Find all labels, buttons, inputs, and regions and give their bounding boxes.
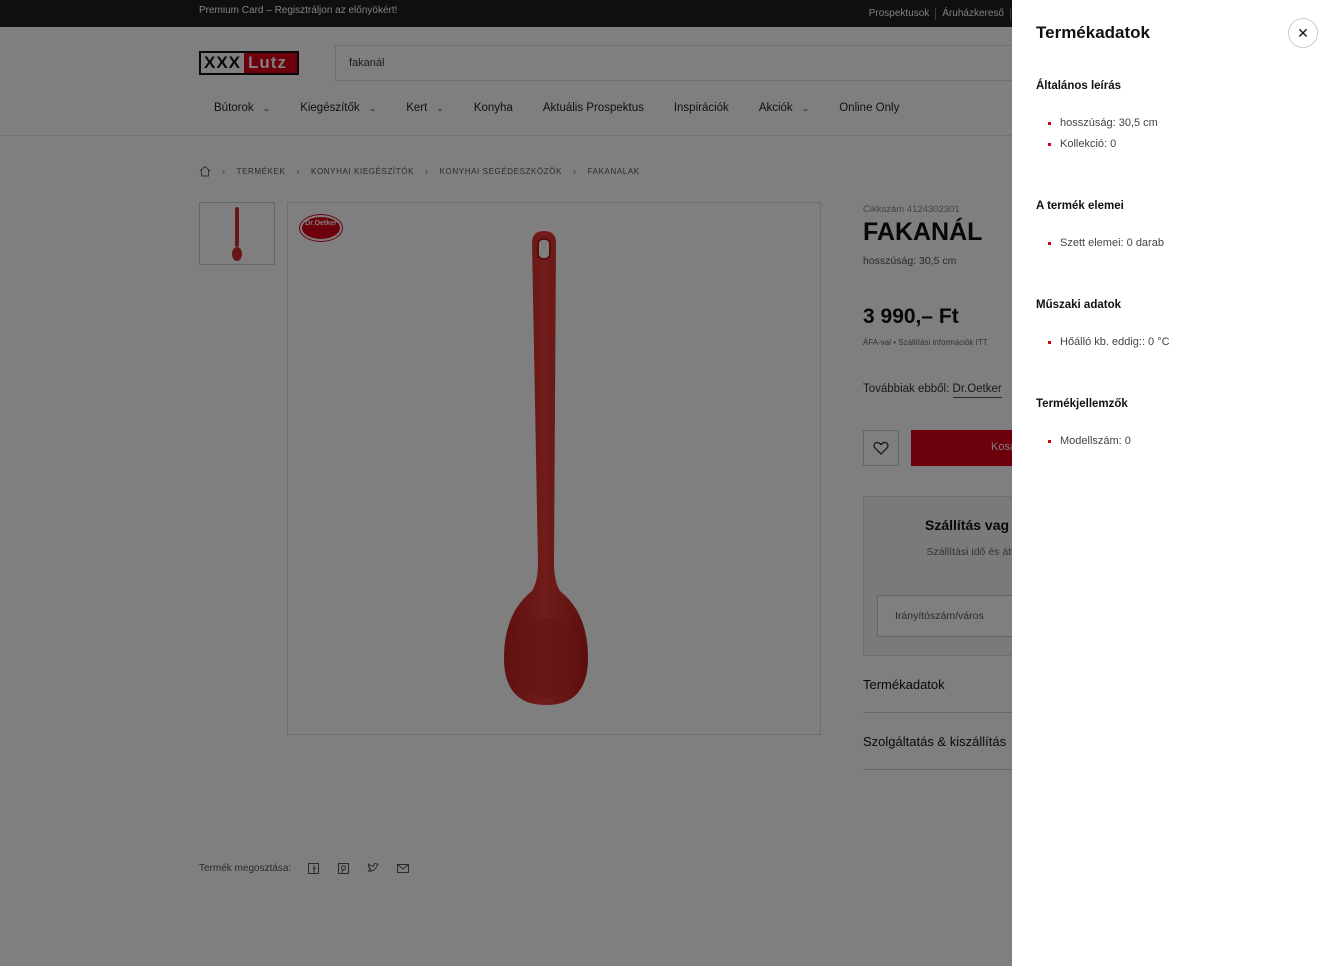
section-heading: Műszaki adatok	[1036, 299, 1121, 311]
list-item: Kollekció: 0	[1036, 134, 1326, 155]
section-list: Hőálló kb. eddig:: 0 °C	[1036, 332, 1326, 353]
section-list: hosszúság: 30,5 cm Kollekció: 0	[1036, 113, 1326, 155]
section-heading: A termék elemei	[1036, 200, 1124, 212]
list-item: Modellszám: 0	[1036, 431, 1326, 452]
list-item: hosszúság: 30,5 cm	[1036, 113, 1326, 134]
close-icon: ✕	[1297, 24, 1309, 41]
product-data-drawer: Termékadatok ✕ Általános leírás hosszúsá…	[1012, 0, 1341, 966]
close-button[interactable]: ✕	[1288, 18, 1318, 48]
list-item: Szett elemei: 0 darab	[1036, 233, 1326, 254]
list-item: Hőálló kb. eddig:: 0 °C	[1036, 332, 1326, 353]
section-general: Általános leírás hosszúság: 30,5 cm Koll…	[1036, 80, 1326, 155]
section-technical: Műszaki adatok Hőálló kb. eddig:: 0 °C	[1036, 299, 1326, 353]
section-features: Termékjellemzők Modellszám: 0	[1036, 398, 1326, 452]
section-list: Modellszám: 0	[1036, 431, 1326, 452]
section-heading: Termékjellemzők	[1036, 398, 1128, 410]
drawer-title: Termékadatok	[1036, 23, 1151, 42]
section-heading: Általános leírás	[1036, 80, 1122, 92]
section-list: Szett elemei: 0 darab	[1036, 233, 1326, 254]
section-components: A termék elemei Szett elemei: 0 darab	[1036, 200, 1326, 254]
